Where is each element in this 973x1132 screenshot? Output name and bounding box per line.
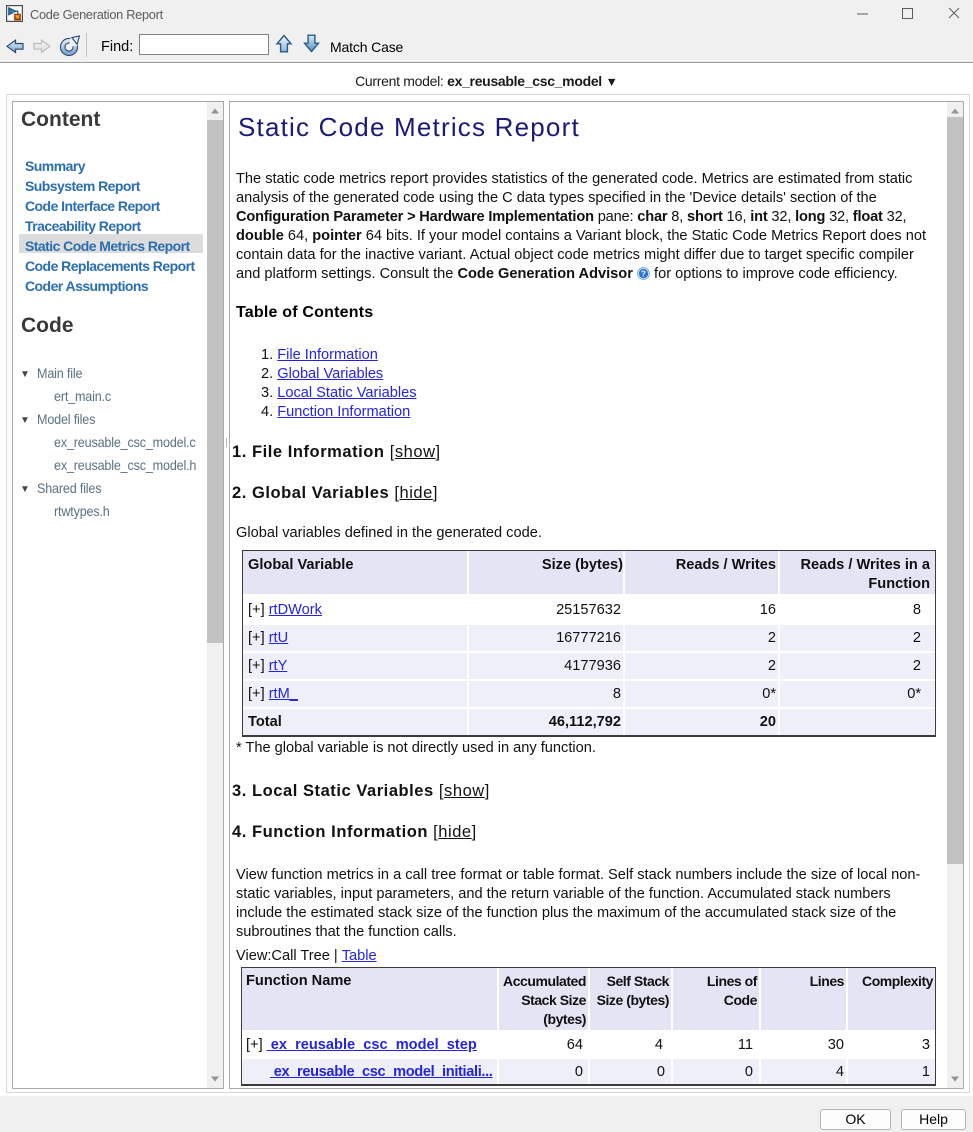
svg-text:?: ?	[641, 269, 646, 279]
